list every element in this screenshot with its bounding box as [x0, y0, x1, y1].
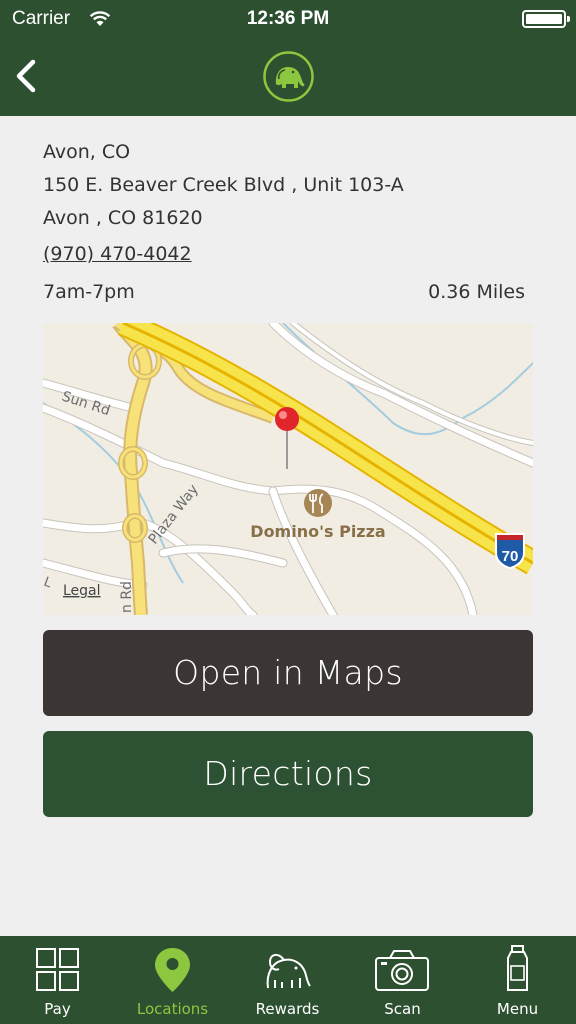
- map-view[interactable]: 70 Sun Rd Plaza Way n Rd L Domino's Pizz…: [43, 323, 533, 615]
- tab-label-pay: Pay: [44, 1000, 71, 1018]
- camera-icon: [375, 950, 429, 991]
- open-in-maps-button[interactable]: Open in Maps: [43, 630, 533, 716]
- address-line1: 150 E. Beaver Creek Blvd , Unit 103-A: [43, 174, 404, 196]
- battery-icon: [522, 10, 570, 28]
- map-canvas: 70 Sun Rd Plaza Way n Rd L Domino's Pizz…: [43, 323, 533, 615]
- interstate-shield-icon: 70: [495, 533, 525, 569]
- tab-label-menu: Menu: [496, 1000, 539, 1018]
- poi-label: Domino's Pizza: [250, 522, 385, 541]
- phone-link[interactable]: (970) 470-4042: [43, 235, 192, 273]
- tab-scan[interactable]: Scan: [345, 936, 460, 1024]
- chevron-left-icon[interactable]: [12, 56, 42, 96]
- location-info: Avon, CO 150 E. Beaver Creek Blvd , Unit…: [43, 136, 525, 311]
- road-label-rd: n Rd: [119, 581, 135, 613]
- directions-button[interactable]: Directions: [43, 731, 533, 817]
- map-pin-icon: [155, 948, 190, 992]
- hours-row: 7am-7pm 0.36 Miles: [43, 273, 525, 311]
- elephant-logo-icon: [263, 51, 314, 102]
- tab-label-rewards: Rewards: [255, 1000, 320, 1018]
- pizza-poi-icon: [304, 489, 332, 517]
- tab-label-locations: Locations: [136, 1000, 209, 1018]
- grid-icon: [36, 948, 79, 991]
- tab-menu[interactable]: Menu: [460, 936, 575, 1024]
- location-name: Avon, CO: [43, 141, 131, 163]
- tab-locations[interactable]: Locations: [115, 936, 230, 1024]
- status-time: 12:36 PM: [246, 8, 330, 29]
- tab-bar: Pay Locations Rewards Scan Menu: [0, 936, 576, 1024]
- nav-bar: [0, 38, 576, 116]
- legal-link[interactable]: Legal: [63, 583, 101, 599]
- distance-label: 0.36 Miles: [428, 281, 525, 303]
- bottle-icon: [507, 945, 528, 991]
- address-line2: Avon , CO 81620: [43, 207, 203, 229]
- tab-pay[interactable]: Pay: [0, 936, 115, 1024]
- shield-number: 70: [502, 548, 519, 565]
- location-detail: Avon, CO 150 E. Beaver Creek Blvd , Unit…: [0, 116, 576, 936]
- tab-rewards[interactable]: Rewards: [230, 936, 345, 1024]
- store-hours: 7am-7pm: [43, 281, 135, 303]
- tab-label-scan: Scan: [384, 1000, 421, 1018]
- status-bar: Carrier 12:36 PM: [0, 0, 576, 38]
- elephant-icon: [266, 954, 311, 989]
